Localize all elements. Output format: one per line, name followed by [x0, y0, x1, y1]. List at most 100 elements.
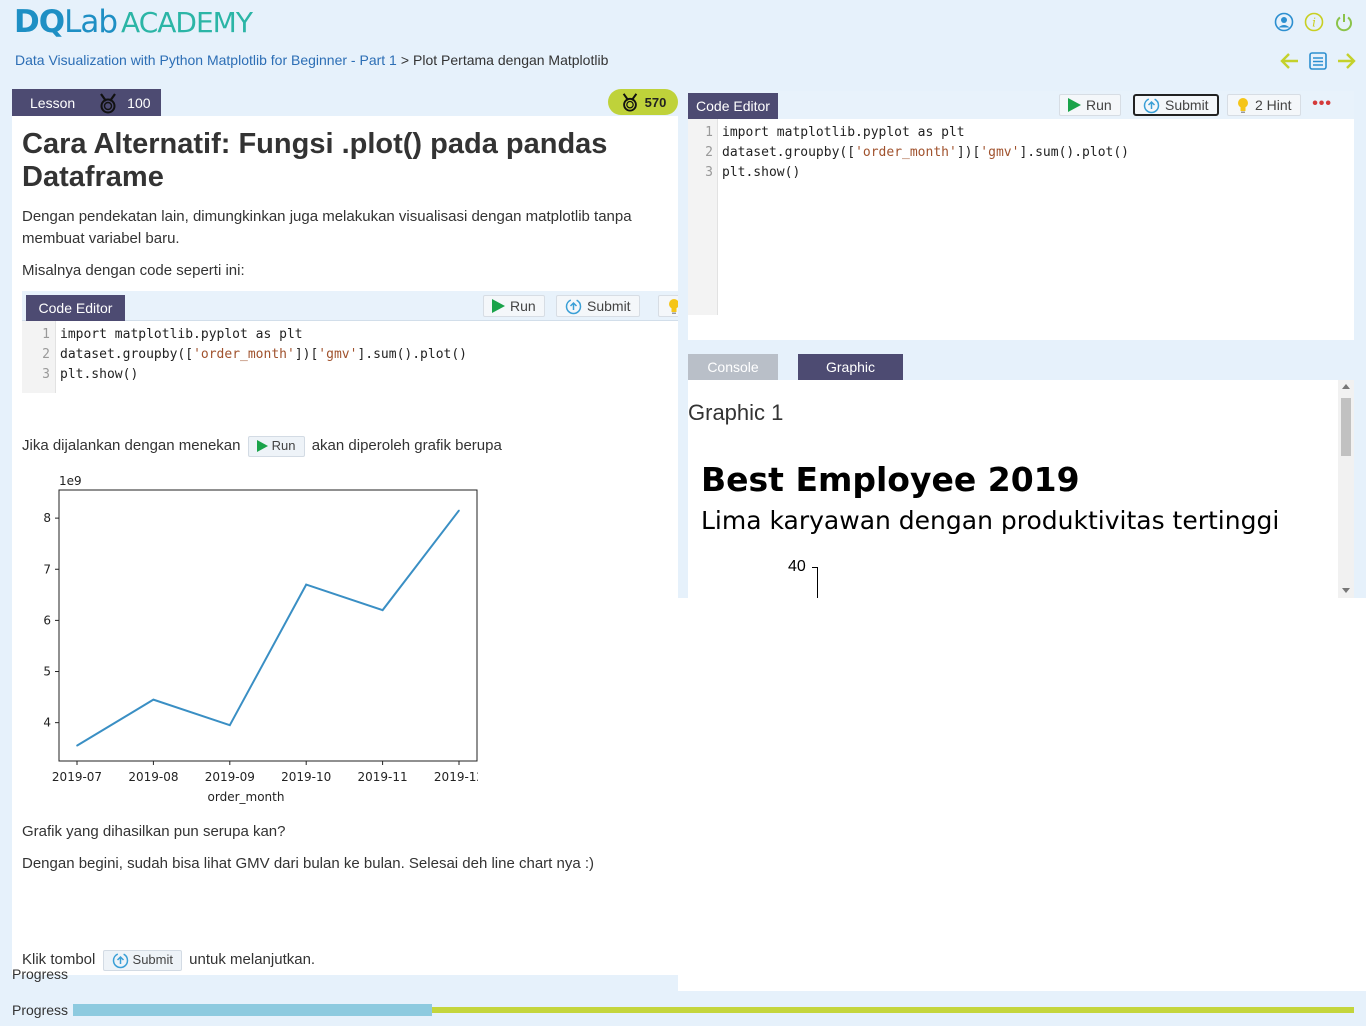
scroll-up-icon[interactable] [1342, 384, 1350, 389]
inline-run-button: Run [247, 435, 305, 457]
breadcrumb: Data Visualization with Python Matplotli… [15, 52, 608, 68]
svg-text:i: i [1312, 16, 1316, 30]
editor-tab[interactable]: Code Editor [688, 93, 778, 119]
paragraph-text: Jika dijalankan dengan menekan [22, 437, 241, 454]
submit-button[interactable]: Submit [1133, 94, 1219, 116]
code-line: 3 plt.show() [688, 163, 1129, 183]
data-point [381, 609, 384, 611]
output-chart-subtitle: Lima karyawan dengan produktivitas terti… [701, 506, 1280, 535]
chart-frame [58, 489, 478, 762]
x-tick-label: 2019-11 [358, 770, 408, 784]
blank-area [678, 598, 1366, 991]
inline-run-label: Run [271, 438, 296, 454]
arrow-left-icon[interactable] [1280, 50, 1300, 72]
tab-console[interactable]: Console [688, 354, 778, 380]
progress-bar: Progress [12, 1002, 1354, 1019]
line-number: 3 [705, 165, 713, 180]
logo-academy: ACADEMY [121, 6, 253, 39]
x-tick-label: 2019-09 [205, 770, 255, 784]
x-tick-label: 2019-08 [128, 770, 178, 784]
hint-button[interactable]: 2 Hint [1227, 94, 1301, 116]
line-number: 1 [705, 125, 713, 140]
scroll-down-icon[interactable] [1342, 588, 1350, 593]
gmv-series-line [76, 509, 460, 747]
lesson-tab[interactable]: Lesson 100 [12, 89, 161, 116]
graphic-output: Graphic 1 Best Employee 2019 Lima karyaw… [688, 380, 1354, 598]
code-text: import matplotlib.pyplot as plt [60, 327, 303, 342]
code-line: 2 dataset.groupby(['order_month'])['gmv']… [688, 143, 1129, 163]
code-editor: Code Editor Run Submit 2 Hint ••• 1 impor… [688, 91, 1354, 340]
medal-icon [620, 92, 640, 112]
upload-icon [565, 298, 582, 315]
progress-label-hidden: Progress [12, 966, 69, 982]
code-text: ])[ [956, 145, 981, 160]
code-text: ])[ [294, 347, 319, 362]
data-point [305, 583, 308, 586]
example-editor-tab: Code Editor [26, 295, 125, 321]
x-tick-label: 2019-07 [52, 770, 102, 784]
line-number: 2 [705, 145, 713, 160]
user-icon[interactable] [1274, 12, 1294, 32]
gmv-line-chart: 4 5 6 7 8 1e9 2019-07 2019-08 2019-09 2019-10 2019… [28, 471, 478, 811]
example-editor-toolbar: Code Editor Run Submit [22, 291, 678, 321]
score-value: 570 [644, 94, 667, 110]
code-string: 'order_month' [855, 145, 957, 160]
x-tick-label: 2019-10 [281, 770, 331, 784]
lesson-tab-bar: Lesson 100 570 [12, 89, 678, 116]
run-label: Run [1086, 97, 1112, 113]
x-axis-label: order_month [208, 790, 285, 804]
list-icon[interactable] [1308, 50, 1328, 72]
lesson-paragraph: Grafik yang dihasilkan pun serupa kan? [22, 823, 286, 840]
run-button[interactable]: Run [1059, 94, 1121, 116]
data-point [152, 698, 155, 701]
code-line: 1 import matplotlib.pyplot as plt [22, 325, 467, 345]
example-submit-button: Submit [556, 295, 640, 317]
code-text: dataset.groupby([ [60, 347, 194, 362]
more-options-icon[interactable]: ••• [1312, 96, 1332, 112]
line-number: 2 [42, 347, 50, 362]
line-number: 3 [42, 367, 50, 382]
lesson-paragraph: Misalnya dengan code seperti ini: [22, 262, 245, 279]
power-icon[interactable] [1334, 12, 1354, 32]
play-icon [256, 440, 268, 453]
graphic-title: Graphic 1 [688, 400, 784, 425]
tab-graphic[interactable]: Graphic [798, 354, 903, 380]
lesson-title: Cara Alternatif: Fungsi .plot() pada pan… [22, 128, 608, 193]
data-point [229, 724, 231, 727]
lesson-paragraph: Jika dijalankan dengan menekan Run akan … [22, 435, 662, 457]
brand-logo[interactable]: DQLab ACADEMY [14, 4, 253, 41]
code-line: 1 import matplotlib.pyplot as plt [688, 123, 1129, 143]
breadcrumb-current: Plot Pertama dengan Matplotlib [413, 52, 609, 68]
play-icon [492, 299, 505, 313]
editor-toolbar: Code Editor Run Submit 2 Hint ••• [688, 91, 1354, 119]
medal-icon [97, 92, 119, 114]
lesson-points: 100 [127, 94, 151, 111]
code-string: 'order_month' [193, 347, 295, 362]
editor-code[interactable]: 1 import matplotlib.pyplot as plt 2 datase… [688, 123, 1129, 183]
example-code: 1 import matplotlib.pyplot as plt 2 datase… [22, 325, 467, 385]
output-y-axis [817, 567, 818, 598]
y-tick-label: 4 [43, 716, 51, 730]
code-string: 'gmv' [318, 347, 358, 362]
example-submit-label: Submit [587, 298, 631, 314]
output-chart-title: Best Employee 2019 [701, 460, 1080, 499]
data-point [458, 509, 460, 512]
breadcrumb-separator: > [400, 52, 410, 68]
code-string: 'gmv' [980, 145, 1020, 160]
upload-icon [1143, 97, 1160, 114]
code-text: ].sum().plot() [1019, 145, 1130, 160]
score-badge: 570 [608, 89, 678, 115]
output-scrollbar[interactable] [1338, 380, 1354, 598]
hint-label: 2 Hint [1255, 97, 1292, 113]
play-icon [1068, 98, 1081, 112]
scroll-thumb[interactable] [1341, 398, 1351, 456]
code-line: 2 dataset.groupby(['order_month'])['gmv']… [22, 345, 467, 365]
example-run-label: Run [510, 298, 536, 314]
example-code-editor: Code Editor Run Submit 1 import matplotli… [22, 291, 678, 393]
info-icon[interactable]: i [1304, 12, 1324, 32]
breadcrumb-course[interactable]: Data Visualization with Python Matplotli… [15, 52, 397, 68]
code-text: dataset.groupby([ [722, 145, 856, 160]
output-tabs: Console Graphic [688, 354, 1354, 380]
code-text: import matplotlib.pyplot as plt [722, 125, 965, 140]
arrow-right-icon[interactable] [1336, 50, 1356, 72]
